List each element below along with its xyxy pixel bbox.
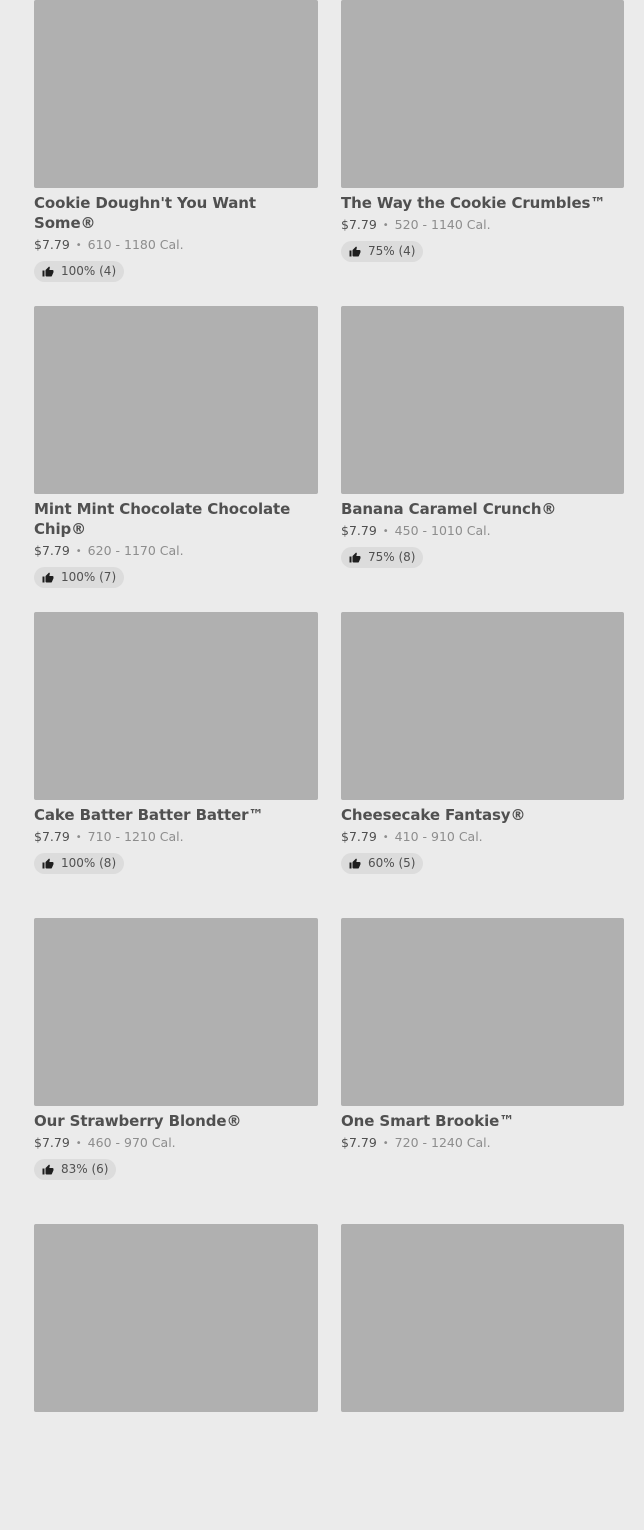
thumbs-up-icon [42,858,54,870]
product-calories: 460 - 970 Cal. [87,1135,176,1150]
product-price: $7.79 [34,543,70,558]
product-name[interactable]: Cheesecake Fantasy® [341,805,624,825]
separator-dot: • [382,526,389,537]
product-card[interactable]: The Way the Cookie Crumbles™ $7.79 • 520… [341,0,624,306]
product-image[interactable] [341,1224,624,1412]
separator-dot: • [382,832,389,843]
product-card[interactable]: • [34,1224,318,1530]
product-price: $7.79 [341,523,377,538]
product-meta: $7.79 • 410 - 910 Cal. [341,828,624,847]
product-grid: • • Cookie Do [34,0,624,1530]
product-card[interactable]: • [341,1224,624,1530]
rating-value: 75% (4) [368,244,416,258]
product-name[interactable]: Mint Mint Chocolate Chocolate Chip® [34,499,318,539]
product-price: $7.79 [34,237,70,252]
rating-badge: 75% (4) [341,241,424,262]
rating-badge: 100% (7) [34,567,125,588]
product-card[interactable]: Mint Mint Chocolate Chocolate Chip® $7.7… [34,306,318,612]
product-card[interactable]: Our Strawberry Blonde® $7.79 • 460 - 970… [34,918,318,1224]
thumbs-up-icon [349,858,361,870]
product-calories: 720 - 1240 Cal. [394,1135,491,1150]
product-name[interactable]: Banana Caramel Crunch® [341,499,624,519]
rating-value: 100% (4) [61,264,117,278]
rating-value: 75% (8) [368,550,416,564]
product-image[interactable] [34,0,318,188]
product-meta: $7.79 • 720 - 1240 Cal. [341,1134,624,1153]
product-card[interactable]: Banana Caramel Crunch® $7.79 • 450 - 101… [341,306,624,612]
separator-dot: • [382,1138,389,1149]
separator-dot: • [382,220,389,231]
product-name[interactable]: Cake Batter Batter Batter™ [34,805,318,825]
product-card[interactable]: One Smart Brookie™ $7.79 • 720 - 1240 Ca… [341,918,624,1224]
product-image[interactable] [341,0,624,188]
product-name[interactable]: Cookie Doughn't You Want Some® [34,193,318,233]
product-meta: $7.79 • 620 - 1170 Cal. [34,542,318,561]
product-calories: 450 - 1010 Cal. [394,523,491,538]
product-name[interactable]: Our Strawberry Blonde® [34,1111,318,1131]
rating-value: 100% (7) [61,570,117,584]
product-price: $7.79 [341,829,377,844]
separator-dot: • [75,546,82,557]
product-price: $7.79 [341,1135,377,1150]
rating-badge: 100% (4) [34,261,125,282]
thumbs-up-icon [42,1164,54,1176]
product-image[interactable] [34,918,318,1106]
product-card[interactable]: Cookie Doughn't You Want Some® $7.79 • 6… [34,0,318,306]
product-calories: 520 - 1140 Cal. [394,217,491,232]
product-price: $7.79 [341,217,377,232]
product-image[interactable] [341,306,624,494]
rating-badge: 100% (8) [34,853,125,874]
rating-badge: 75% (8) [341,547,424,568]
product-meta: $7.79 • 450 - 1010 Cal. [341,522,624,541]
separator-dot: • [75,240,82,251]
product-meta: $7.79 • 610 - 1180 Cal. [34,236,318,255]
thumbs-up-icon [42,266,54,278]
product-calories: 710 - 1210 Cal. [87,829,184,844]
thumbs-up-icon [349,552,361,564]
product-price: $7.79 [34,829,70,844]
rating-badge: 83% (6) [34,1159,117,1180]
product-image[interactable] [341,612,624,800]
product-image[interactable] [34,306,318,494]
rating-badge: 60% (5) [341,853,424,874]
product-meta: $7.79 • 460 - 970 Cal. [34,1134,318,1153]
product-calories: 410 - 910 Cal. [394,829,483,844]
product-name[interactable]: One Smart Brookie™ [341,1111,624,1131]
product-price: $7.79 [34,1135,70,1150]
product-card[interactable]: Cheesecake Fantasy® $7.79 • 410 - 910 Ca… [341,612,624,918]
rating-value: 100% (8) [61,856,117,870]
product-name[interactable]: The Way the Cookie Crumbles™ [341,193,624,213]
separator-dot: • [75,832,82,843]
product-image[interactable] [34,612,318,800]
rating-value: 83% (6) [61,1162,109,1176]
product-calories: 620 - 1170 Cal. [87,543,184,558]
separator-dot: • [75,1138,82,1149]
product-card[interactable]: Cake Batter Batter Batter™ $7.79 • 710 -… [34,612,318,918]
thumbs-up-icon [42,572,54,584]
thumbs-up-icon [349,246,361,258]
product-meta: $7.79 • 520 - 1140 Cal. [341,216,624,235]
product-meta: $7.79 • 710 - 1210 Cal. [34,828,318,847]
product-image[interactable] [34,1224,318,1412]
rating-value: 60% (5) [368,856,416,870]
product-image[interactable] [341,918,624,1106]
product-calories: 610 - 1180 Cal. [87,237,184,252]
